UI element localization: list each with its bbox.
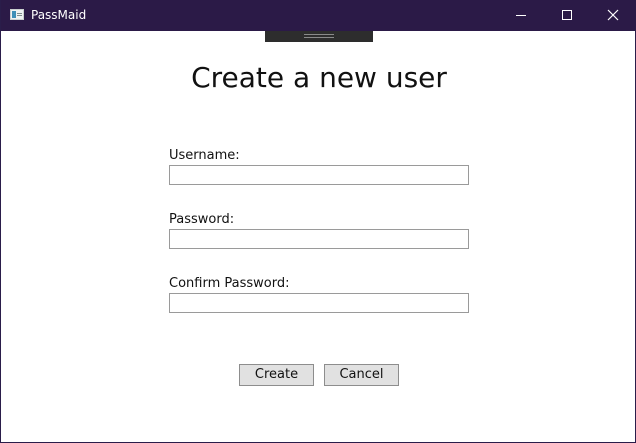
password-input[interactable] — [169, 229, 469, 249]
title-bar[interactable]: PassMaid — [1, 0, 636, 31]
maximize-button[interactable] — [544, 0, 590, 31]
cancel-button[interactable]: Cancel — [324, 364, 399, 386]
page-title: Create a new user — [191, 61, 447, 94]
close-icon — [607, 9, 619, 21]
maximize-icon — [562, 10, 572, 20]
app-window: PassMaid Create a new user Username: Pas… — [0, 0, 636, 443]
app-icon — [10, 9, 24, 20]
confirm-password-label: Confirm Password: — [169, 276, 290, 291]
drag-handle[interactable] — [265, 31, 373, 42]
confirm-password-input[interactable] — [169, 293, 469, 313]
create-button[interactable]: Create — [239, 364, 314, 386]
username-label: Username: — [169, 148, 240, 163]
minimize-button[interactable] — [498, 0, 544, 31]
password-label: Password: — [169, 212, 235, 227]
minimize-icon — [516, 15, 526, 16]
window-title: PassMaid — [31, 8, 87, 22]
username-input[interactable] — [169, 165, 469, 185]
close-button[interactable] — [590, 0, 636, 31]
